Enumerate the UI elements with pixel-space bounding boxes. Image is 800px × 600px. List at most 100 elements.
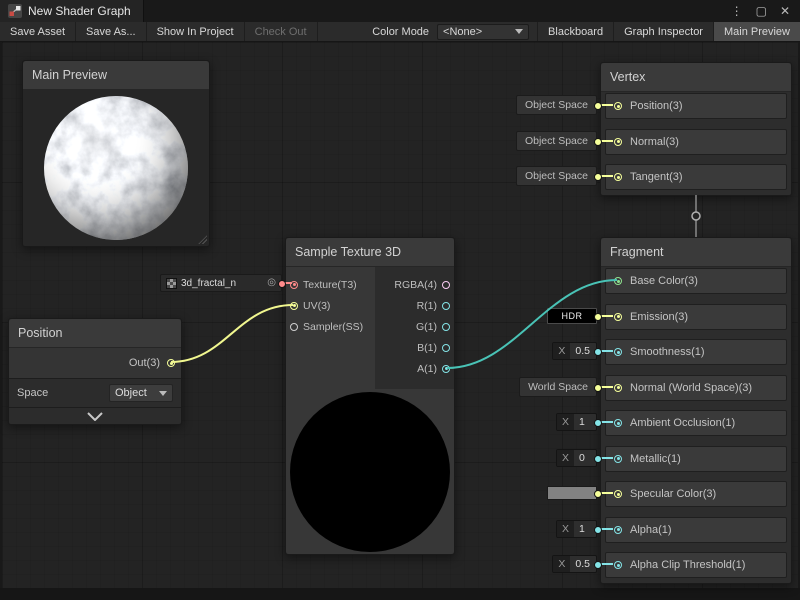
color-mode-dropdown[interactable]: <None> (437, 24, 529, 40)
output-port[interactable] (442, 323, 450, 331)
normal-space-binding[interactable]: Object Space (516, 131, 597, 151)
output-port[interactable] (442, 365, 450, 373)
ambient-occlusion-float-field[interactable]: X 1 (556, 413, 597, 431)
input-port[interactable] (290, 302, 298, 310)
emission-hdr-color-swatch[interactable]: HDR (547, 308, 597, 324)
position-node-header[interactable]: Position (9, 319, 181, 348)
port-label: Alpha(1) (630, 524, 672, 536)
texture-object-field[interactable]: 3d_fractal_n ◎ (160, 274, 282, 292)
output-port[interactable] (442, 344, 450, 352)
blackboard-toggle-button[interactable]: Blackboard (537, 22, 613, 41)
alpha-clip-threshold-float-field[interactable]: X 0.5 (552, 555, 597, 573)
fragment-row-metallic[interactable]: Metallic(1) (605, 446, 787, 472)
metallic-float-field[interactable]: X 0 (556, 449, 597, 467)
main-preview-header[interactable]: Main Preview (23, 61, 209, 90)
port-row-texture[interactable]: Texture(T3) (290, 275, 363, 294)
normal-space-binding-fragment[interactable]: World Space (519, 377, 597, 397)
port-row-sampler[interactable]: Sampler(SS) (290, 317, 363, 336)
port-row-uv[interactable]: UV(3) (290, 296, 363, 315)
x-axis-label: X (557, 414, 574, 430)
output-port[interactable] (167, 359, 175, 367)
port-label: Alpha Clip Threshold(1) (630, 559, 745, 571)
input-port[interactable] (614, 455, 622, 463)
input-port[interactable] (614, 419, 622, 427)
fragment-row-base-color[interactable]: Base Color(3) (605, 268, 787, 294)
float-value[interactable]: 0 (574, 450, 596, 466)
vertex-row-normal[interactable]: Normal(3) (605, 129, 787, 155)
fragment-row-alpha-clip-threshold[interactable]: Alpha Clip Threshold(1) (605, 552, 787, 578)
vertex-node-header[interactable]: Vertex (601, 63, 791, 92)
port-label: RGBA(4) (394, 279, 437, 291)
tangent-space-binding[interactable]: Object Space (516, 166, 597, 186)
window-tab[interactable]: New Shader Graph (0, 0, 144, 22)
port-label: Texture(T3) (303, 279, 357, 291)
port-label: Out(3) (129, 357, 160, 369)
smoothness-float-field[interactable]: X 0.5 (552, 342, 597, 360)
save-asset-button[interactable]: Save Asset (0, 22, 76, 41)
port-row-g[interactable]: G(1) (394, 317, 450, 336)
hdr-label: HDR (562, 311, 583, 321)
close-icon[interactable]: ✕ (780, 5, 790, 17)
input-port[interactable] (614, 102, 622, 110)
port-row-out[interactable]: Out(3) (9, 348, 181, 379)
main-preview-title: Main Preview (32, 68, 107, 82)
port-row-a[interactable]: A(1) (394, 359, 450, 378)
input-port[interactable] (614, 138, 622, 146)
kebab-menu-icon[interactable]: ⋮ (731, 5, 743, 17)
main-preview-panel[interactable]: Main Preview (22, 60, 210, 247)
wire-stub (597, 140, 613, 142)
float-value[interactable]: 0.5 (570, 556, 596, 572)
float-value[interactable]: 0.5 (570, 343, 596, 359)
input-port[interactable] (614, 490, 622, 498)
port-row-rgba[interactable]: RGBA(4) (394, 275, 450, 294)
main-preview-toggle-button[interactable]: Main Preview (713, 22, 800, 41)
texture-name: 3d_fractal_n (181, 278, 263, 289)
float-value[interactable]: 1 (574, 521, 596, 537)
input-port[interactable] (614, 561, 622, 569)
fragment-row-normal[interactable]: Normal (World Space)(3) (605, 375, 787, 401)
input-port[interactable] (614, 277, 622, 285)
graph-inspector-toggle-button[interactable]: Graph Inspector (613, 22, 713, 41)
input-port[interactable] (614, 526, 622, 534)
vertex-node-title: Vertex (610, 70, 645, 84)
port-row-b[interactable]: B(1) (394, 338, 450, 357)
fragment-node[interactable]: Fragment Base Color(3) Emission(3) Smoot… (600, 237, 792, 584)
fragment-row-ambient-occlusion[interactable]: Ambient Occlusion(1) (605, 410, 787, 436)
x-axis-label: X (553, 556, 570, 572)
alpha-float-field[interactable]: X 1 (556, 520, 597, 538)
sample-node-header[interactable]: Sample Texture 3D (286, 238, 454, 267)
port-label: R(1) (417, 300, 437, 312)
vertex-node[interactable]: Vertex Position(3) Normal(3) Tangent(3) (600, 62, 792, 196)
output-port[interactable] (442, 281, 450, 289)
output-port[interactable] (442, 302, 450, 310)
save-as-button[interactable]: Save As... (76, 22, 147, 41)
specular-color-swatch[interactable] (547, 486, 597, 500)
sample-texture-3d-node[interactable]: Sample Texture 3D Texture(T3) UV(3) Samp… (285, 237, 455, 555)
input-port[interactable] (290, 323, 298, 331)
maximize-icon[interactable]: ▢ (756, 5, 767, 17)
port-row-r[interactable]: R(1) (394, 296, 450, 315)
show-in-project-button[interactable]: Show In Project (147, 22, 245, 41)
vertex-row-position[interactable]: Position(3) (605, 93, 787, 119)
object-picker-icon[interactable]: ◎ (267, 278, 276, 288)
collapse-preview-button[interactable] (9, 407, 181, 424)
input-port[interactable] (614, 384, 622, 392)
fragment-row-specular-color[interactable]: Specular Color(3) (605, 481, 787, 507)
input-port[interactable] (614, 173, 622, 181)
space-dropdown[interactable]: Object (109, 384, 173, 402)
vertex-row-tangent[interactable]: Tangent(3) (605, 164, 787, 190)
float-value[interactable]: 1 (574, 414, 596, 430)
fragment-row-alpha[interactable]: Alpha(1) (605, 517, 787, 543)
position-node[interactable]: Position Out(3) Space Object (8, 318, 182, 425)
input-port[interactable] (614, 313, 622, 321)
fragment-row-emission[interactable]: Emission(3) (605, 304, 787, 330)
resize-handle[interactable] (198, 235, 207, 244)
wire-stub (597, 457, 613, 459)
main-preview-viewport[interactable] (23, 90, 209, 246)
position-space-binding[interactable]: Object Space (516, 95, 597, 115)
fragment-node-header[interactable]: Fragment (601, 238, 791, 267)
window-title: New Shader Graph (28, 4, 131, 18)
fragment-row-smoothness[interactable]: Smoothness(1) (605, 339, 787, 365)
input-port[interactable] (614, 348, 622, 356)
toolbar: Save Asset Save As... Show In Project Ch… (0, 22, 800, 42)
